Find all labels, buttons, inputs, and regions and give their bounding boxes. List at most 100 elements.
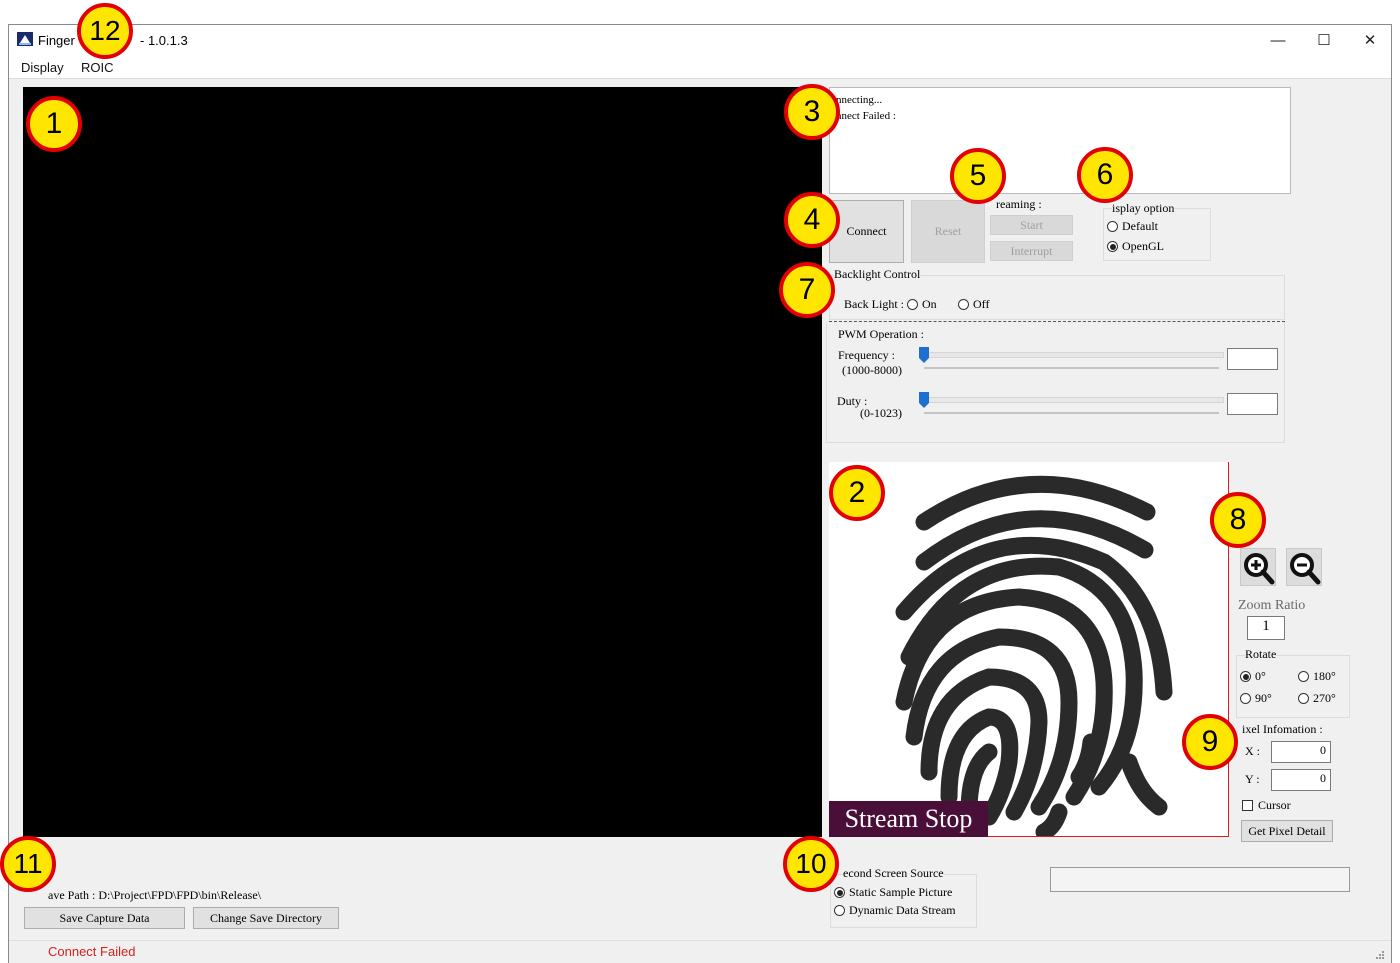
- radio-label: Dynamic Data Stream: [849, 903, 956, 917]
- frequency-slider-ticks: [924, 367, 1219, 369]
- zoom-in-icon: [1244, 553, 1275, 585]
- cursor-checkbox[interactable]: Cursor: [1242, 798, 1291, 813]
- frequency-label: Frequency :: [838, 348, 895, 362]
- pixel-y-input[interactable]: 0: [1271, 769, 1331, 791]
- zoom-out-button[interactable]: [1286, 548, 1322, 586]
- radio-selected-icon: [1107, 241, 1118, 252]
- frequency-slider-track[interactable]: [922, 352, 1224, 358]
- backlight-on-radio[interactable]: On: [907, 297, 937, 312]
- annotation-badge-12: 12: [77, 3, 133, 59]
- radio-label: 0°: [1255, 669, 1266, 683]
- reset-button[interactable]: Reset: [911, 200, 985, 263]
- title-bar: Finger - 1.0.1.3 — ☐ ✕: [9, 25, 1391, 55]
- radio-label: On: [922, 297, 937, 311]
- zoom-ratio-value: 1: [1247, 616, 1285, 640]
- get-pixel-detail-button[interactable]: Get Pixel Detail: [1241, 820, 1333, 842]
- pixel-y-label: Y :: [1245, 772, 1260, 786]
- radio-icon: [1240, 693, 1251, 704]
- radio-icon: [834, 905, 845, 916]
- zoom-in-button[interactable]: [1240, 548, 1276, 586]
- radio-label: Static Sample Picture: [849, 885, 953, 899]
- rotate-label: Rotate: [1245, 647, 1277, 662]
- frequency-input[interactable]: [1227, 348, 1278, 370]
- start-button[interactable]: Start: [990, 215, 1073, 235]
- duty-slider-thumb[interactable]: [919, 392, 929, 408]
- backlight-label: Back Light :: [844, 297, 904, 311]
- zoom-out-icon: [1290, 553, 1321, 585]
- annotation-badge-3: 3: [784, 84, 840, 140]
- backlight-off-radio[interactable]: Off: [958, 297, 989, 312]
- display-default-radio[interactable]: Default: [1107, 219, 1158, 234]
- pwm-title: PWM Operation :: [838, 327, 924, 341]
- fingerprint-preview[interactable]: [829, 462, 1229, 837]
- display-opengl-radio[interactable]: OpenGL: [1107, 239, 1164, 254]
- duty-slider-track[interactable]: [922, 397, 1224, 403]
- annotation-badge-5: 5: [950, 148, 1006, 204]
- radio-icon: [1298, 693, 1309, 704]
- minimize-button[interactable]: —: [1255, 25, 1301, 55]
- rotate-270-radio[interactable]: 270°: [1298, 691, 1336, 706]
- radio-selected-icon: [1240, 671, 1251, 682]
- duty-input[interactable]: [1227, 393, 1278, 415]
- radio-label: Off: [973, 297, 990, 311]
- annotation-badge-1: 1: [26, 96, 82, 152]
- annotation-badge-4: 4: [784, 192, 840, 248]
- rotate-0-radio[interactable]: 0°: [1240, 669, 1266, 684]
- stream-status-overlay: Stream Stop: [829, 801, 988, 837]
- annotation-badge-7: 7: [779, 262, 835, 318]
- checkbox-label: Cursor: [1258, 798, 1291, 812]
- checkbox-icon: [1242, 800, 1253, 811]
- radio-selected-icon: [834, 887, 845, 898]
- annotation-badge-8: 8: [1210, 492, 1266, 548]
- connection-log: nnecting... nnect Failed :: [829, 87, 1291, 194]
- pixel-info-label: ixel Infomation :: [1242, 722, 1323, 736]
- rotate-90-radio[interactable]: 90°: [1240, 691, 1272, 706]
- menu-roic[interactable]: ROIC: [81, 60, 114, 75]
- zoom-ratio-label: Zoom Ratio: [1238, 598, 1306, 613]
- rotate-group: [1236, 655, 1350, 718]
- frequency-range: (1000-8000): [842, 363, 902, 377]
- change-directory-button[interactable]: Change Save Directory: [193, 907, 339, 929]
- rotate-180-radio[interactable]: 180°: [1298, 669, 1336, 684]
- radio-label: Default: [1122, 219, 1158, 233]
- maximize-button[interactable]: ☐: [1301, 25, 1347, 55]
- second-screen-group: [830, 874, 977, 928]
- save-path-label: ave Path : D:\Project\FPD\FPD\bin\Releas…: [48, 888, 261, 902]
- second-screen-label: econd Screen Source: [843, 866, 944, 881]
- log-line: nnecting...: [836, 94, 883, 106]
- resize-grip-icon[interactable]: [1374, 948, 1384, 959]
- radio-label: 180°: [1313, 669, 1336, 683]
- annotation-badge-9: 9: [1182, 714, 1238, 770]
- radio-icon: [907, 299, 918, 310]
- log-line: nnect Failed :: [836, 110, 896, 122]
- radio-label: 270°: [1313, 691, 1336, 705]
- frequency-slider-thumb[interactable]: [919, 347, 929, 363]
- annotation-badge-10: 10: [783, 836, 839, 892]
- interrupt-button[interactable]: Interrupt: [990, 241, 1073, 261]
- streaming-label: reaming :: [996, 197, 1042, 211]
- status-bar: [9, 940, 1391, 963]
- dynamic-stream-radio[interactable]: Dynamic Data Stream: [834, 903, 956, 918]
- connect-button[interactable]: Connect: [829, 200, 904, 263]
- radio-label: 90°: [1255, 691, 1272, 705]
- fingerprint-image: [895, 475, 1173, 836]
- save-capture-button[interactable]: Save Capture Data: [24, 907, 185, 929]
- window-title-suffix: - 1.0.1.3: [140, 33, 188, 48]
- annotation-badge-11: 11: [0, 836, 56, 892]
- main-image-view[interactable]: [23, 87, 822, 837]
- menu-display[interactable]: Display: [21, 60, 64, 75]
- close-button[interactable]: ✕: [1347, 25, 1393, 55]
- backlight-title: Backlight Control: [834, 267, 921, 282]
- duty-slider-ticks: [924, 412, 1219, 414]
- progress-bar: [1050, 867, 1350, 892]
- radio-icon: [958, 299, 969, 310]
- pixel-x-input[interactable]: 0: [1271, 741, 1331, 763]
- app-icon: [17, 32, 33, 46]
- display-option-label: isplay option: [1112, 201, 1175, 216]
- duty-range: (0-1023): [860, 406, 902, 420]
- annotation-badge-6: 6: [1077, 147, 1133, 203]
- menu-bar: Display ROIC: [9, 55, 1391, 79]
- static-sample-radio[interactable]: Static Sample Picture: [834, 885, 952, 900]
- annotation-badge-2: 2: [829, 465, 885, 521]
- pixel-x-label: X :: [1245, 744, 1260, 758]
